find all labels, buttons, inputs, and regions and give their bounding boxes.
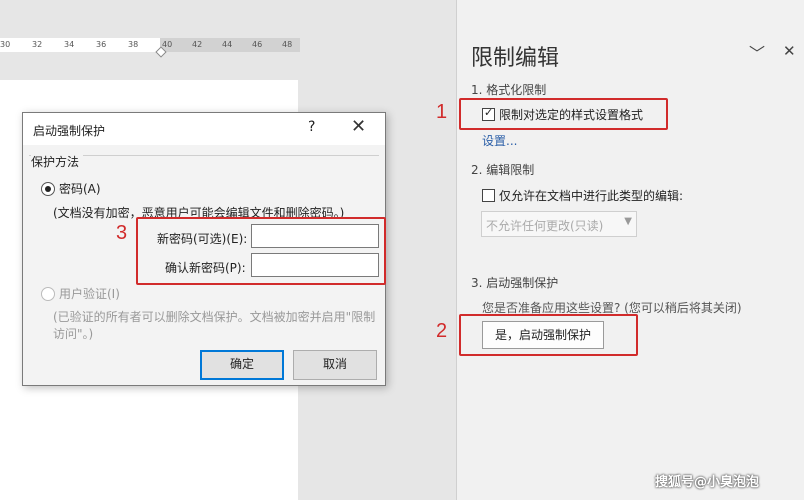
ruler-tick: 34 (64, 40, 75, 49)
pane-title: 限制编辑 (471, 46, 560, 71)
dialog-title: 启动强制保护 (33, 124, 106, 138)
editing-restriction-checkbox[interactable] (482, 189, 495, 202)
dropdown-arrow-icon: ▼ (624, 216, 632, 227)
edit-checkbox-label[interactable]: 仅允许在文档中进行此类型的编辑: (499, 187, 683, 204)
ruler-tick: 44 (222, 40, 233, 49)
settings-link[interactable]: 设置... (482, 132, 517, 149)
ruler-tick: 46 (252, 40, 263, 49)
annotation-marker-2: 2 (436, 320, 448, 342)
ruler-tick: 32 (32, 40, 43, 49)
ruler-tick: 30 (0, 40, 11, 49)
user-auth-radio[interactable] (41, 287, 55, 301)
ok-button[interactable]: 确定 (200, 350, 284, 380)
group-label: 保护方法 (31, 153, 84, 170)
annotation-box-2 (459, 314, 638, 356)
section1-title: 1. 格式化限制 (471, 83, 547, 97)
restrict-editing-pane: 限制编辑 ﹀ ✕ 1. 格式化限制 ✓ 限制对选定的样式设置格式 设置... 2… (456, 0, 804, 500)
close-icon[interactable]: ✕ (783, 42, 796, 60)
annotation-marker-3: 3 (116, 222, 128, 244)
user-auth-note: (已验证的所有者可以删除文档保护。文档被加密并启用"限制访问"。) (53, 310, 376, 341)
ruler-tick: 42 (192, 40, 203, 49)
password-option-label[interactable]: 密码(A) (59, 180, 101, 197)
help-icon[interactable]: ? (308, 119, 315, 135)
cancel-button[interactable]: 取消 (293, 350, 377, 380)
annotation-box-3 (136, 217, 386, 285)
section3-title: 3. 启动强制保护 (471, 276, 559, 290)
close-icon[interactable]: ✕ (351, 116, 366, 137)
annotation-marker-1: 1 (436, 101, 448, 123)
ruler-tick: 36 (96, 40, 107, 49)
password-radio[interactable] (41, 182, 55, 196)
ruler-tick: 38 (128, 40, 139, 49)
section2-title: 2. 编辑限制 (471, 163, 535, 177)
select-value: 不允许任何更改(只读) (486, 219, 604, 233)
editing-type-select[interactable]: 不允许任何更改(只读) ▼ (481, 211, 637, 237)
ruler-margin-area: 40 42 44 46 48 (160, 38, 300, 52)
annotation-box-1 (459, 98, 668, 130)
dialog-titlebar[interactable]: 启动强制保护 ? ✕ (23, 113, 385, 145)
chevron-down-icon[interactable]: ﹀ (749, 40, 765, 64)
user-auth-option-label[interactable]: 用户验证(I) (59, 285, 120, 302)
ruler-tick: 48 (282, 40, 293, 49)
watermark: 搜狐号@小臭泡泡 (655, 475, 760, 490)
